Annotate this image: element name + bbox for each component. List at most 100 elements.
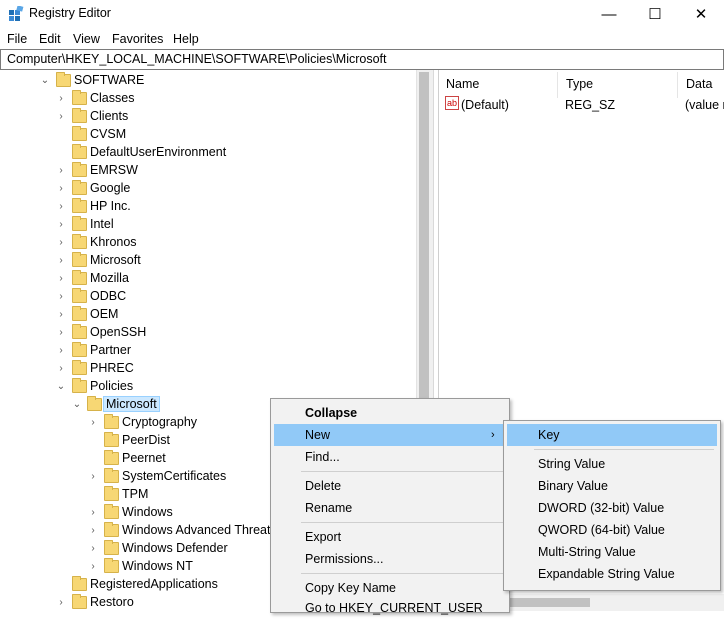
chevron-right-icon[interactable]: › (87, 522, 99, 540)
close-button[interactable]: ✕ (678, 0, 724, 29)
chevron-right-icon[interactable]: › (55, 306, 67, 324)
tree-item[interactable]: › Microsoft (0, 252, 416, 270)
menu-rename[interactable]: Rename (274, 497, 506, 519)
submenu-string-value[interactable]: String Value (507, 453, 717, 475)
menu-new[interactable]: New › (274, 424, 506, 446)
submenu-qword-value[interactable]: QWORD (64-bit) Value (507, 519, 717, 541)
chevron-right-icon[interactable]: › (55, 594, 67, 611)
folder-icon (72, 288, 87, 303)
tree-item[interactable]: › OEM (0, 306, 416, 324)
folder-icon (104, 540, 119, 555)
tree-item[interactable]: › OpenSSH (0, 324, 416, 342)
submenu-multi-string-value[interactable]: Multi-String Value (507, 541, 717, 563)
tree-item-label: Windows Advanced Threat P (122, 523, 283, 537)
chevron-right-icon[interactable]: › (55, 342, 67, 360)
chevron-right-icon[interactable]: › (87, 504, 99, 522)
folder-icon (72, 90, 87, 105)
menu-separator (534, 449, 714, 450)
tree-item-software[interactable]: ⌄ SOFTWARE (0, 72, 416, 90)
maximize-button[interactable]: ☐ (632, 0, 678, 29)
tree-item-label: Partner (90, 343, 131, 357)
tree-item[interactable]: › EMRSW (0, 162, 416, 180)
folder-icon (104, 504, 119, 519)
chevron-right-icon[interactable]: › (55, 360, 67, 378)
menu-goto-hkcu[interactable]: Go to HKEY_CURRENT_USER (274, 597, 506, 619)
menu-permissions[interactable]: Permissions... (274, 548, 506, 570)
menu-export[interactable]: Export (274, 526, 506, 548)
submenu-dword-value[interactable]: DWORD (32-bit) Value (507, 497, 717, 519)
address-bar[interactable]: Computer\HKEY_LOCAL_MACHINE\SOFTWARE\Pol… (0, 49, 724, 70)
menu-file[interactable]: File (7, 32, 27, 46)
column-header-name[interactable]: Name (446, 77, 479, 91)
chevron-right-icon[interactable]: › (55, 270, 67, 288)
tree-item[interactable]: › Intel (0, 216, 416, 234)
chevron-right-icon[interactable]: › (55, 90, 67, 108)
chevron-right-icon[interactable]: › (55, 198, 67, 216)
chevron-right-icon[interactable]: › (87, 540, 99, 558)
tree-item[interactable]: › Classes (0, 90, 416, 108)
tree-item-label: Microsoft (90, 253, 141, 267)
submenu-key[interactable]: Key (507, 424, 717, 446)
chevron-right-icon[interactable]: › (87, 468, 99, 486)
tree-item[interactable]: › Clients (0, 108, 416, 126)
tree-item-label: Cryptography (122, 415, 198, 429)
folder-icon (104, 558, 119, 573)
tree-item[interactable]: › HP Inc. (0, 198, 416, 216)
chevron-right-icon[interactable]: › (55, 324, 67, 342)
title-bar: Registry Editor — ☐ ✕ (0, 0, 724, 29)
minimize-button[interactable]: — (586, 0, 632, 29)
folder-icon (72, 126, 87, 141)
menu-view[interactable]: View (73, 32, 100, 46)
chevron-down-icon[interactable]: ⌄ (39, 72, 51, 90)
tree-item-label: Peernet (122, 451, 166, 465)
tree-item-label: Restoro (90, 595, 134, 609)
column-header-type[interactable]: Type (566, 77, 593, 91)
tree-item[interactable]: CVSM (0, 126, 416, 144)
menu-collapse[interactable]: Collapse (274, 402, 506, 424)
menu-find-label: Find... (305, 450, 340, 464)
submenu-expandable-label: Expandable String Value (538, 567, 675, 581)
chevron-right-icon[interactable]: › (87, 558, 99, 576)
menu-delete-label: Delete (305, 479, 342, 493)
tree-item[interactable]: › Khronos (0, 234, 416, 252)
folder-icon (104, 414, 119, 429)
chevron-down-icon[interactable]: ⌄ (55, 378, 67, 396)
menu-export-label: Export (305, 530, 342, 544)
tree-item-label: Microsoft (103, 396, 160, 412)
value-row[interactable]: (Default) REG_SZ (value n (438, 94, 724, 114)
tree-item[interactable]: › ODBC (0, 288, 416, 306)
chevron-right-icon[interactable]: › (55, 180, 67, 198)
tree-item-label: Windows NT (122, 559, 193, 573)
chevron-down-icon[interactable]: ⌄ (71, 396, 83, 414)
folder-icon (72, 180, 87, 195)
chevron-right-icon[interactable]: › (55, 162, 67, 180)
chevron-right-icon[interactable]: › (55, 252, 67, 270)
folder-icon (104, 468, 119, 483)
tree-item[interactable]: › Mozilla (0, 270, 416, 288)
chevron-right-icon[interactable]: › (55, 108, 67, 126)
menu-copy-key-name[interactable]: Copy Key Name (274, 577, 506, 599)
menu-delete[interactable]: Delete (274, 475, 506, 497)
tree-item[interactable]: DefaultUserEnvironment (0, 144, 416, 162)
folder-icon (72, 378, 87, 393)
tree-item[interactable]: › Google (0, 180, 416, 198)
chevron-right-icon[interactable]: › (55, 216, 67, 234)
chevron-right-icon[interactable]: › (55, 288, 67, 306)
tree-item[interactable]: › PHREC (0, 360, 416, 378)
address-path: Computer\HKEY_LOCAL_MACHINE\SOFTWARE\Pol… (7, 52, 387, 66)
menu-favorites[interactable]: Favorites (112, 32, 163, 46)
submenu-expandable-string-value[interactable]: Expandable String Value (507, 563, 717, 585)
menu-help[interactable]: Help (173, 32, 199, 46)
column-header-data[interactable]: Data (686, 77, 712, 91)
folder-icon (104, 432, 119, 447)
menu-find[interactable]: Find... (274, 446, 506, 468)
chevron-right-icon[interactable]: › (87, 414, 99, 432)
tree-item[interactable]: › Partner (0, 342, 416, 360)
tree-item-label: SOFTWARE (74, 73, 145, 87)
chevron-right-icon: › (491, 429, 495, 441)
tree-item-policies[interactable]: ⌄ Policies (0, 378, 416, 396)
folder-icon (72, 270, 87, 285)
menu-edit[interactable]: Edit (39, 32, 61, 46)
submenu-binary-value[interactable]: Binary Value (507, 475, 717, 497)
chevron-right-icon[interactable]: › (55, 234, 67, 252)
